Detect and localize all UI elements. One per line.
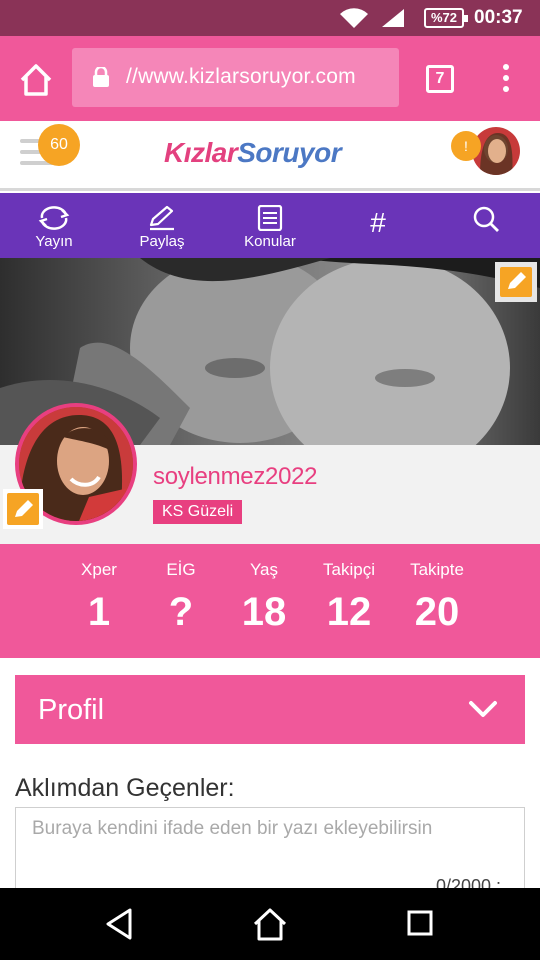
stat-value: 18 — [241, 590, 287, 634]
pencil-icon — [149, 205, 174, 231]
profile-section-toggle[interactable]: Profil — [15, 675, 525, 744]
hashtag-icon: # — [370, 207, 386, 238]
profile-section-title: Profil — [38, 694, 105, 726]
site-header: 60 KızlarSoruyor ! — [0, 121, 540, 191]
battery-indicator: %72 — [424, 8, 468, 28]
wifi-icon — [340, 8, 368, 28]
stats-bar: Xper 1 EİG ? Yaş 18 Takipçi 12 Takipte 2… — [0, 544, 540, 658]
nav-label: Konular — [244, 233, 296, 250]
nav-item-paylas[interactable]: Paylaş — [122, 193, 202, 258]
stat-value: 20 — [414, 590, 460, 634]
edit-cover-button[interactable] — [495, 262, 537, 302]
nav-item-yayin[interactable]: Yayın — [14, 193, 94, 258]
stat-value: ? — [168, 590, 194, 634]
stat-label: Takipçi — [323, 560, 375, 579]
username: soylenmez2022 — [153, 463, 318, 490]
nav-item-search[interactable] — [458, 193, 514, 258]
stat-label: Takipte — [410, 560, 464, 579]
alert-badge[interactable]: ! — [451, 131, 481, 161]
nav-item-konular[interactable]: Konular — [232, 193, 308, 258]
lock-icon — [93, 67, 109, 87]
logo-text-kizlar: Kızlar — [164, 137, 238, 168]
overflow-menu-icon[interactable] — [500, 64, 512, 94]
chevron-down-icon — [469, 701, 497, 717]
site-logo[interactable]: KızlarSoruyor — [164, 137, 342, 169]
edit-avatar-button[interactable] — [3, 489, 43, 529]
logo-text-soruyor: Soruyor — [237, 137, 342, 168]
pencil-icon — [15, 500, 33, 517]
stat-label: Xper — [81, 560, 117, 579]
notification-count-badge[interactable]: 60 — [38, 124, 80, 166]
document-icon — [257, 205, 283, 231]
screen: %72 00:37 //www.kizlarsoruyor.com 7 60 K… — [0, 0, 540, 960]
site-nav: Yayın Paylaş Konular # — [0, 193, 540, 258]
home-icon[interactable] — [16, 60, 56, 100]
stat-value: 1 — [87, 590, 111, 634]
status-bar: %72 00:37 — [0, 0, 540, 36]
stat-label: EİG — [166, 560, 196, 579]
pencil-icon — [508, 272, 526, 289]
tab-switcher-button[interactable]: 7 — [426, 65, 454, 93]
back-icon[interactable] — [100, 906, 140, 942]
address-bar[interactable]: //www.kizlarsoruyor.com — [72, 48, 399, 107]
home-nav-icon[interactable] — [250, 906, 290, 942]
thoughts-label: Aklımdan Geçenler: — [15, 774, 235, 802]
clock: 00:37 — [474, 7, 523, 28]
recents-icon[interactable] — [400, 906, 440, 942]
nav-label: Paylaş — [139, 233, 185, 250]
android-nav-bar — [0, 888, 540, 960]
rank-badge[interactable]: KS Güzeli — [153, 500, 243, 524]
nav-label: Yayın — [35, 233, 73, 250]
nav-item-hashtag[interactable]: # — [350, 193, 406, 258]
stat-label: Yaş — [249, 560, 279, 579]
refresh-icon — [38, 206, 70, 230]
url-text: //www.kizlarsoruyor.com — [126, 65, 356, 88]
signal-icon — [382, 9, 404, 27]
browser-toolbar: //www.kizlarsoruyor.com 7 — [0, 36, 540, 121]
search-icon — [473, 206, 499, 232]
stat-value: 12 — [326, 590, 372, 634]
